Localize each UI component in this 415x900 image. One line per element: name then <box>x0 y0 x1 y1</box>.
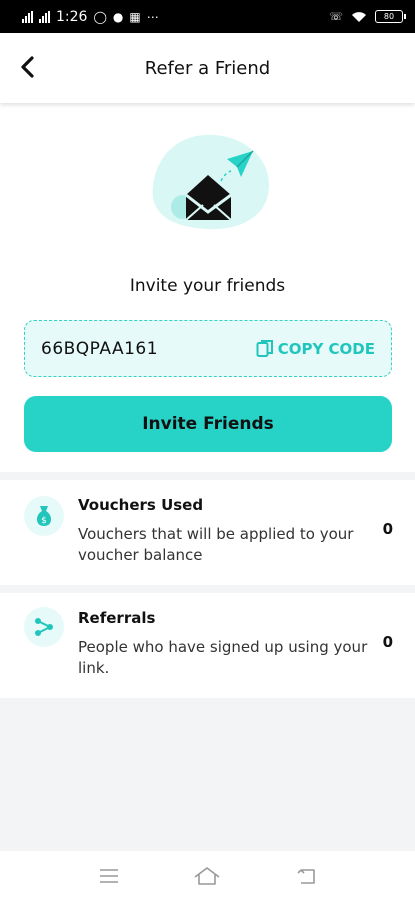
svg-text:$: $ <box>41 516 47 526</box>
page-title: Refer a Friend <box>144 57 271 79</box>
vouchers-used-description: Vouchers that will be applied to your vo… <box>78 525 354 564</box>
app-header: Refer a Friend <box>0 33 415 103</box>
referral-code: 66BQPAA161 <box>41 338 159 359</box>
wifi-icon <box>352 11 366 22</box>
copy-code-label: COPY CODE <box>277 339 375 358</box>
invite-friends-button[interactable]: Invite Friends <box>24 396 392 452</box>
copy-icon <box>256 339 273 357</box>
home-button[interactable] <box>187 856 227 896</box>
back-arrow-icon <box>21 56 34 78</box>
battery-icon: 80 <box>375 10 406 23</box>
status-left: 1:26 ◯ ● ▦ ⋯ <box>22 9 159 25</box>
menu-icon <box>100 868 119 883</box>
home-icon <box>195 866 220 885</box>
recent-apps-button[interactable] <box>89 856 129 896</box>
back-nav-icon <box>297 868 315 884</box>
invite-envelope-illustration <box>152 134 269 229</box>
referrals-card: Referrals People who have signed up usin… <box>0 593 415 698</box>
battery-level: 80 <box>383 12 395 21</box>
vouchers-used-card: $ Vouchers Used Vouchers that will be ap… <box>0 480 415 585</box>
signal-icon <box>22 10 33 23</box>
referrals-count: 0 <box>382 633 393 651</box>
status-bar: 1:26 ◯ ● ▦ ⋯ ☏ 80 <box>0 0 415 33</box>
more-icon: ⋯ <box>146 9 159 24</box>
system-nav-bar <box>0 851 415 900</box>
section-divider <box>0 585 415 593</box>
referral-code-box: 66BQPAA161 COPY CODE <box>24 320 392 377</box>
vouchers-used-count: 0 <box>382 520 393 538</box>
back-nav-button[interactable] <box>286 856 326 896</box>
status-right: ☏ 80 <box>329 10 406 23</box>
share-icon <box>24 607 64 647</box>
whatsapp-icon: ◯ <box>93 9 107 24</box>
back-button[interactable] <box>14 53 42 81</box>
copy-code-button[interactable]: COPY CODE <box>256 339 375 359</box>
empty-content-area <box>0 698 415 851</box>
referrals-title: Referrals <box>78 609 156 627</box>
chat-icon: ● <box>112 9 124 24</box>
status-time: 1:26 <box>56 8 88 25</box>
section-divider <box>0 472 415 480</box>
calendar-icon: ▦ <box>129 9 141 24</box>
referrals-description: People who have signed up using your lin… <box>78 638 368 677</box>
signal-icon <box>39 10 50 23</box>
volte-icon: ☏ <box>329 10 343 23</box>
money-bag-icon: $ <box>24 496 64 536</box>
vouchers-used-title: Vouchers Used <box>78 496 204 514</box>
invite-heading: Invite your friends <box>129 276 286 296</box>
